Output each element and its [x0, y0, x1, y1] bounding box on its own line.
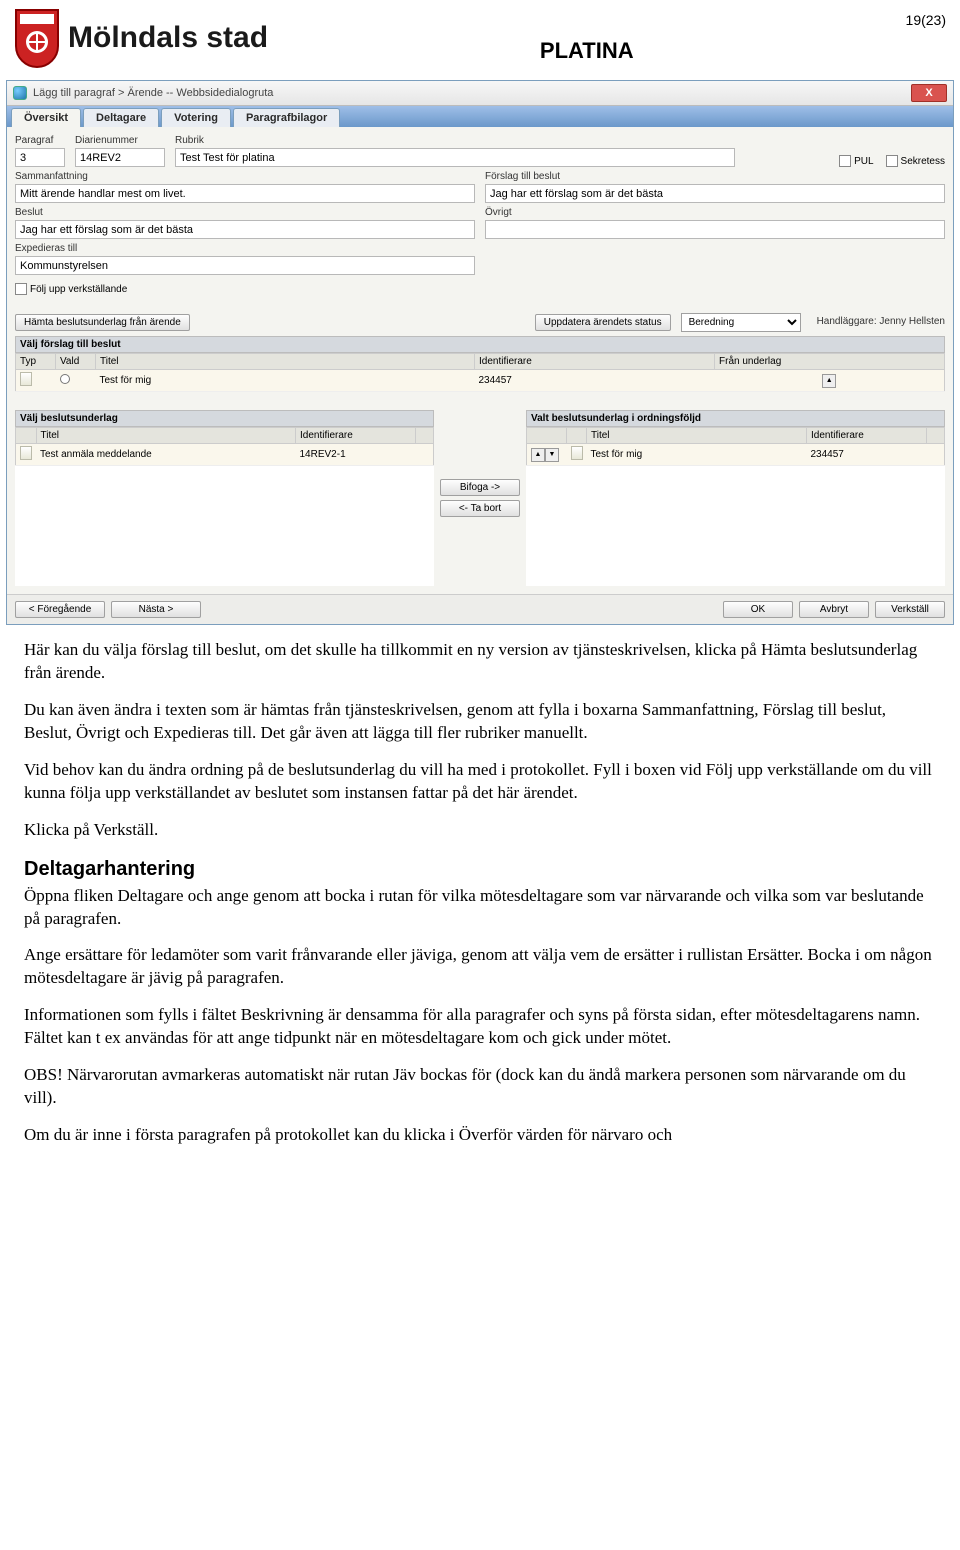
folj-upp-checkbox[interactable]: Följ upp verkställande [15, 283, 127, 295]
avbryt-button[interactable]: Avbryt [799, 601, 869, 618]
uppdatera-status-button[interactable]: Uppdatera ärendets status [535, 314, 671, 331]
paragraph: Vid behov kan du ändra ordning på de bes… [24, 759, 936, 805]
sekretess-checkbox[interactable]: Sekretess [886, 155, 945, 167]
rubrik-input[interactable] [175, 148, 735, 167]
page-title: PLATINA [268, 38, 906, 64]
sammanfattning-input[interactable] [15, 184, 475, 203]
paragraph: Informationen som fylls i fältet Beskriv… [24, 1004, 936, 1050]
paragraph: Du kan även ändra i texten som är hämtas… [24, 699, 936, 745]
forslag-input[interactable] [485, 184, 945, 203]
chevron-up-icon[interactable]: ▲ [531, 448, 545, 462]
ovrigt-label: Övrigt [485, 207, 945, 218]
rubrik-label: Rubrik [175, 135, 735, 146]
paragraph: Här kan du välja förslag till beslut, om… [24, 639, 936, 685]
crest-icon [14, 8, 60, 68]
status-select[interactable]: Beredning [681, 313, 801, 332]
page-header: Mölndals stad PLATINA 19(23) [0, 0, 960, 68]
pul-checkbox[interactable]: PUL [839, 155, 873, 167]
paragraph: OBS! Närvarorutan avmarkeras automatiskt… [24, 1064, 936, 1110]
tab-votering[interactable]: Votering [161, 108, 231, 127]
ok-button[interactable]: OK [723, 601, 793, 618]
handlaggare-text: Handläggare: Jenny Hellsten [817, 316, 945, 327]
table-row[interactable]: ▲▼ Test för mig 234457 [527, 444, 945, 466]
diarienummer-label: Diarienummer [75, 135, 165, 146]
paragraf-label: Paragraf [15, 135, 65, 146]
col-ident-2: Identifierare [296, 428, 416, 444]
chevron-down-icon[interactable]: ▼ [545, 448, 559, 462]
valt-underlag-header: Valt beslutsunderlag i ordningsföljd [526, 410, 945, 427]
document-icon [20, 372, 32, 386]
col-vald: Vald [56, 354, 96, 370]
table-row[interactable]: Test för mig 234457 ▲ [16, 370, 945, 392]
paragraf-input[interactable] [15, 148, 65, 167]
col-typ: Typ [16, 354, 56, 370]
document-icon [571, 446, 583, 460]
col-fran-underlag: Från underlag [715, 354, 945, 370]
paragraph: Ange ersättare för ledamöter som varit f… [24, 944, 936, 990]
col-titel: Titel [96, 354, 475, 370]
valj-forslag-header: Välj förslag till beslut [15, 336, 945, 353]
dialog-footer: < Föregående Nästa > OK Avbryt Verkställ [7, 594, 953, 624]
valj-underlag-table: Titel Identifierare Test anmäla meddelan… [15, 427, 434, 466]
bifoga-button[interactable]: Bifoga -> [440, 479, 520, 496]
beslut-input[interactable] [15, 220, 475, 239]
dialog-title: Lägg till paragraf > Ärende -- Webbsided… [33, 87, 911, 99]
tab-oversikt[interactable]: Översikt [11, 108, 81, 127]
forslag-label: Förslag till beslut [485, 171, 945, 182]
brand-logo: Mölndals stad [14, 8, 268, 68]
dialog-titlebar: Lägg till paragraf > Ärende -- Webbsided… [7, 81, 953, 106]
next-button[interactable]: Nästa > [111, 601, 201, 618]
tabbar: Översikt Deltagare Votering Paragrafbila… [7, 106, 953, 127]
verkstall-button[interactable]: Verkställ [875, 601, 945, 618]
tab-deltagare[interactable]: Deltagare [83, 108, 159, 127]
ovrigt-input[interactable] [485, 220, 945, 239]
expedieras-input[interactable] [15, 256, 475, 275]
prev-button[interactable]: < Föregående [15, 601, 105, 618]
paragraph: Klicka på Verkställ. [24, 819, 936, 842]
col-ident-3: Identifierare [807, 428, 927, 444]
ie-icon [13, 86, 27, 100]
document-body: Här kan du välja förslag till beslut, om… [0, 625, 960, 1175]
chevron-up-icon[interactable]: ▲ [822, 374, 836, 388]
col-titel-2: Titel [36, 428, 296, 444]
brand-text: Mölndals stad [68, 21, 268, 55]
valt-underlag-table: Titel Identifierare ▲▼ Test för mig 2344… [526, 427, 945, 466]
paragraph: Om du är inne i första paragrafen på pro… [24, 1124, 936, 1147]
dialog-window: Lägg till paragraf > Ärende -- Webbsided… [6, 80, 954, 625]
diarienummer-input[interactable] [75, 148, 165, 167]
tab-paragrafbilagor[interactable]: Paragrafbilagor [233, 108, 340, 127]
col-titel-3: Titel [587, 428, 807, 444]
beslut-label: Beslut [15, 207, 475, 218]
valt-underlag-listbox[interactable] [526, 466, 945, 586]
page-number: 19(23) [906, 12, 946, 28]
col-identifierare: Identifierare [475, 354, 715, 370]
heading-deltagarhantering: Deltagarhantering [24, 856, 936, 883]
table-row[interactable]: Test anmäla meddelande 14REV2-1 [16, 444, 434, 466]
document-icon [20, 446, 32, 460]
close-button[interactable]: X [911, 84, 947, 102]
paragraph: Öppna fliken Deltagare och ange genom at… [24, 885, 936, 931]
valj-underlag-header: Välj beslutsunderlag [15, 410, 434, 427]
hamta-beslutsunderlag-button[interactable]: Hämta beslutsunderlag från ärende [15, 314, 190, 331]
expedieras-label: Expedieras till [15, 243, 475, 254]
sammanfattning-label: Sammanfattning [15, 171, 475, 182]
valj-forslag-table: Typ Vald Titel Identifierare Från underl… [15, 353, 945, 392]
vald-radio[interactable] [60, 374, 70, 384]
valj-underlag-listbox[interactable] [15, 466, 434, 586]
tabort-button[interactable]: <- Ta bort [440, 500, 520, 517]
